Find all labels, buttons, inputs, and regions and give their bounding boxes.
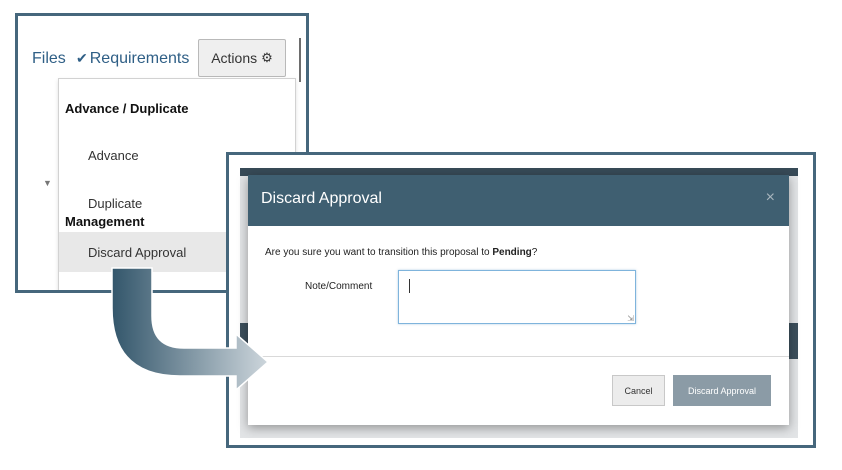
connector-arrow: [111, 267, 270, 392]
arrow-icon: [111, 267, 270, 392]
